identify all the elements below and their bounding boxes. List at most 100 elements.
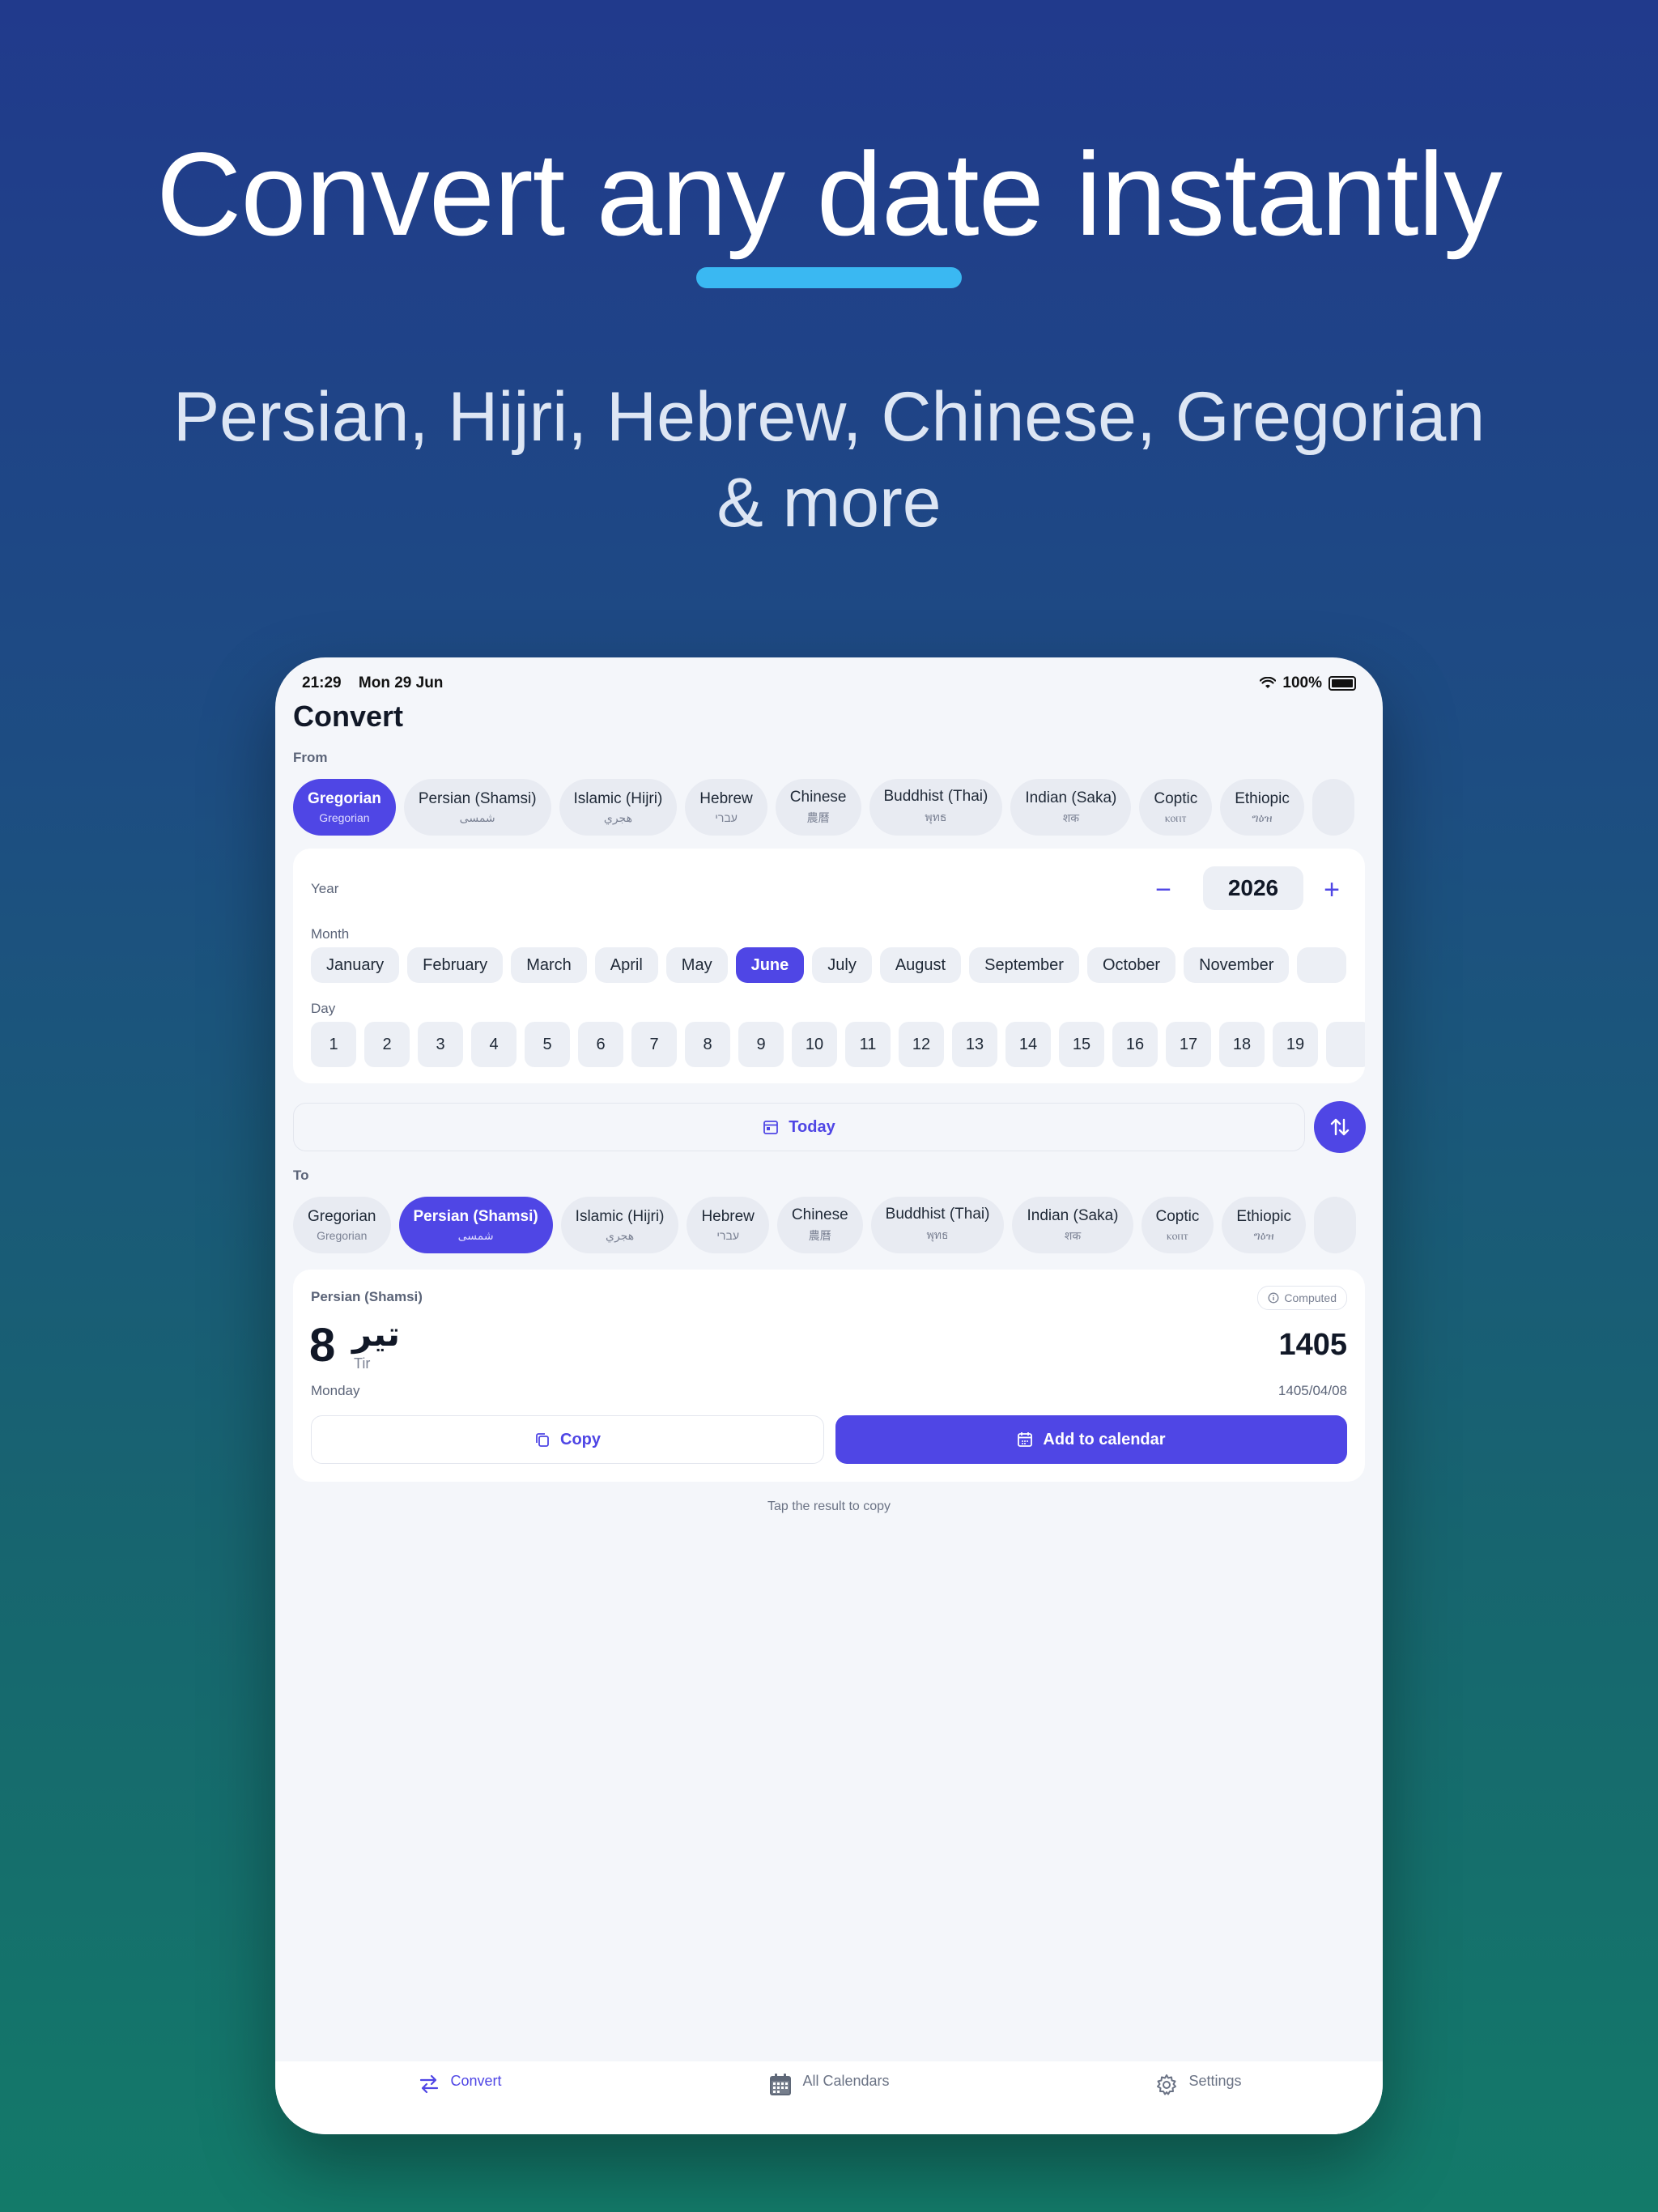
month-pill[interactable]: July xyxy=(812,947,872,983)
arrows-swap-icon xyxy=(420,2074,439,2094)
chip-name: Hebrew xyxy=(699,790,753,807)
computed-label: Computed xyxy=(1284,1291,1337,1304)
calendar-grid-icon xyxy=(770,2074,792,2095)
to-calendar-row: Gregorian Gregorian Persian (Shamsi) شمسی … xyxy=(293,1197,1365,1255)
tab-settings[interactable]: Settings xyxy=(1014,2061,1383,2134)
to-chip-chinese[interactable]: Chinese 農曆 xyxy=(776,1197,863,1253)
from-chip-indian[interactable]: Indian (Saka) शक xyxy=(1010,779,1132,836)
day-cell[interactable]: 9 xyxy=(738,1022,784,1067)
chip-name: Hebrew xyxy=(701,1208,755,1225)
chip-name: Persian (Shamsi) xyxy=(413,1207,538,1225)
day-cell[interactable]: 4 xyxy=(471,1022,517,1067)
result-calendar-name: Persian (Shamsi) xyxy=(311,1289,423,1304)
from-chip-coptic[interactable]: Coptic ⲕⲟⲡⲧ xyxy=(1139,779,1213,836)
to-chip-more[interactable] xyxy=(1313,1197,1356,1253)
tab-bar: Convert All Calendars Settings xyxy=(275,2061,1383,2134)
to-chip-islamic[interactable]: Islamic (Hijri) هجري xyxy=(560,1197,679,1253)
month-pill[interactable]: October xyxy=(1086,947,1176,983)
copy-button[interactable]: Copy xyxy=(311,1415,824,1464)
result-month-native: تیر xyxy=(352,1315,401,1353)
from-chip-buddhist[interactable]: Buddhist (Thai) พุทธ xyxy=(869,779,1003,836)
from-chip-islamic[interactable]: Islamic (Hijri) هجري xyxy=(559,779,678,836)
to-chip-persian[interactable]: Persian (Shamsi) شمسی xyxy=(398,1197,553,1253)
to-chip-ethiopic[interactable]: Ethiopic ግዕዝ xyxy=(1222,1197,1306,1253)
from-chip-ethiopic[interactable]: Ethiopic ግዕዝ xyxy=(1220,779,1304,836)
from-chip-hebrew[interactable]: Hebrew עברי xyxy=(685,779,767,836)
day-cell[interactable]: 12 xyxy=(899,1022,944,1067)
result-weekday: Monday xyxy=(311,1383,360,1398)
result-numeric-date: 1405/04/08 xyxy=(1278,1383,1347,1398)
month-pill[interactable]: January xyxy=(311,947,400,983)
day-cell[interactable]: 3 xyxy=(418,1022,463,1067)
day-cell[interactable]: 8 xyxy=(685,1022,730,1067)
chip-native: शक xyxy=(1062,810,1079,824)
month-pill[interactable]: August xyxy=(879,947,962,983)
year-decrement-button[interactable]: − xyxy=(1141,868,1185,912)
day-cell[interactable]: 7 xyxy=(631,1022,677,1067)
month-pill[interactable]: March xyxy=(511,947,587,983)
chip-native: ⲕⲟⲡⲧ xyxy=(1167,1228,1188,1242)
chip-native: עברי xyxy=(716,1229,739,1242)
chip-name: Persian (Shamsi) xyxy=(418,789,537,807)
to-chip-coptic[interactable]: Coptic ⲕⲟⲡⲧ xyxy=(1141,1197,1214,1253)
from-label: From xyxy=(293,750,328,765)
to-chip-hebrew[interactable]: Hebrew עברי xyxy=(687,1197,769,1253)
year-increment-button[interactable]: + xyxy=(1310,868,1354,912)
tab-all-calendars[interactable]: All Calendars xyxy=(644,2061,1014,2134)
chip-name: Buddhist (Thai) xyxy=(885,1206,990,1223)
gear-icon xyxy=(1157,2074,1177,2095)
chip-native: ግዕዝ xyxy=(1253,1228,1274,1242)
add-to-calendar-button[interactable]: Add to calendar xyxy=(835,1415,1347,1464)
chip-native: ግዕዝ xyxy=(1252,810,1273,824)
tab-label: Convert xyxy=(450,2073,502,2089)
day-cell[interactable]: 5 xyxy=(525,1022,570,1067)
tab-label: Settings xyxy=(1188,2073,1242,2089)
month-pill[interactable]: April xyxy=(594,947,658,983)
month-pill[interactable]: November xyxy=(1184,947,1290,983)
from-chip-chinese[interactable]: Chinese 農曆 xyxy=(775,779,861,836)
month-pill[interactable] xyxy=(1297,947,1346,983)
today-label: Today xyxy=(789,1117,835,1136)
from-chip-persian[interactable]: Persian (Shamsi) شمسی xyxy=(403,779,551,836)
to-chip-gregorian[interactable]: Gregorian Gregorian xyxy=(293,1197,391,1253)
chip-native: ⲕⲟⲡⲧ xyxy=(1164,810,1187,824)
result-card[interactable]: Persian (Shamsi) Computed 8 تیر Tir 1405… xyxy=(293,1270,1365,1482)
chip-name: Gregorian xyxy=(308,790,381,807)
tab-convert[interactable]: Convert xyxy=(275,2061,644,2134)
month-pill[interactable]: May xyxy=(665,947,728,983)
day-cell[interactable]: 15 xyxy=(1059,1022,1104,1067)
from-chip-more[interactable] xyxy=(1312,779,1354,836)
day-cell[interactable]: 13 xyxy=(952,1022,997,1067)
today-button[interactable]: Today xyxy=(293,1103,1305,1151)
day-cell[interactable] xyxy=(1326,1022,1365,1067)
day-cell[interactable]: 18 xyxy=(1219,1022,1265,1067)
from-chip-gregorian[interactable]: Gregorian Gregorian xyxy=(293,779,396,836)
day-cell[interactable]: 1 xyxy=(311,1022,356,1067)
battery-percent: 100% xyxy=(1282,674,1322,691)
chip-name: Ethiopic xyxy=(1235,789,1290,807)
month-pill[interactable]: September xyxy=(969,947,1079,983)
day-cell[interactable]: 16 xyxy=(1112,1022,1158,1067)
day-label: Day xyxy=(311,1001,336,1016)
chip-name: Islamic (Hijri) xyxy=(575,1207,665,1225)
day-cell[interactable]: 19 xyxy=(1273,1022,1318,1067)
day-cell[interactable]: 6 xyxy=(578,1022,623,1067)
swap-button[interactable] xyxy=(1314,1101,1366,1153)
day-cell[interactable]: 11 xyxy=(845,1022,891,1067)
month-row: January February March April May June Ju… xyxy=(311,947,1365,985)
hero-underline xyxy=(696,267,962,288)
year-value[interactable]: 2026 xyxy=(1203,866,1303,910)
result-year: 1405 xyxy=(1278,1328,1347,1362)
date-picker-card: Year − 2026 + Month January February Mar… xyxy=(293,849,1365,1083)
month-pill[interactable]: February xyxy=(407,947,504,983)
to-chip-indian[interactable]: Indian (Saka) शक xyxy=(1012,1197,1133,1253)
chip-name: Indian (Saka) xyxy=(1027,1206,1119,1224)
day-cell[interactable]: 2 xyxy=(364,1022,410,1067)
day-cell[interactable]: 10 xyxy=(792,1022,837,1067)
month-pill-selected[interactable]: June xyxy=(735,947,805,983)
day-cell[interactable]: 14 xyxy=(1005,1022,1051,1067)
day-cell[interactable]: 17 xyxy=(1166,1022,1211,1067)
chip-name: Chinese xyxy=(789,789,847,806)
to-chip-buddhist[interactable]: Buddhist (Thai) พุทธ xyxy=(870,1197,1005,1253)
chip-native: هجري xyxy=(606,1228,635,1242)
